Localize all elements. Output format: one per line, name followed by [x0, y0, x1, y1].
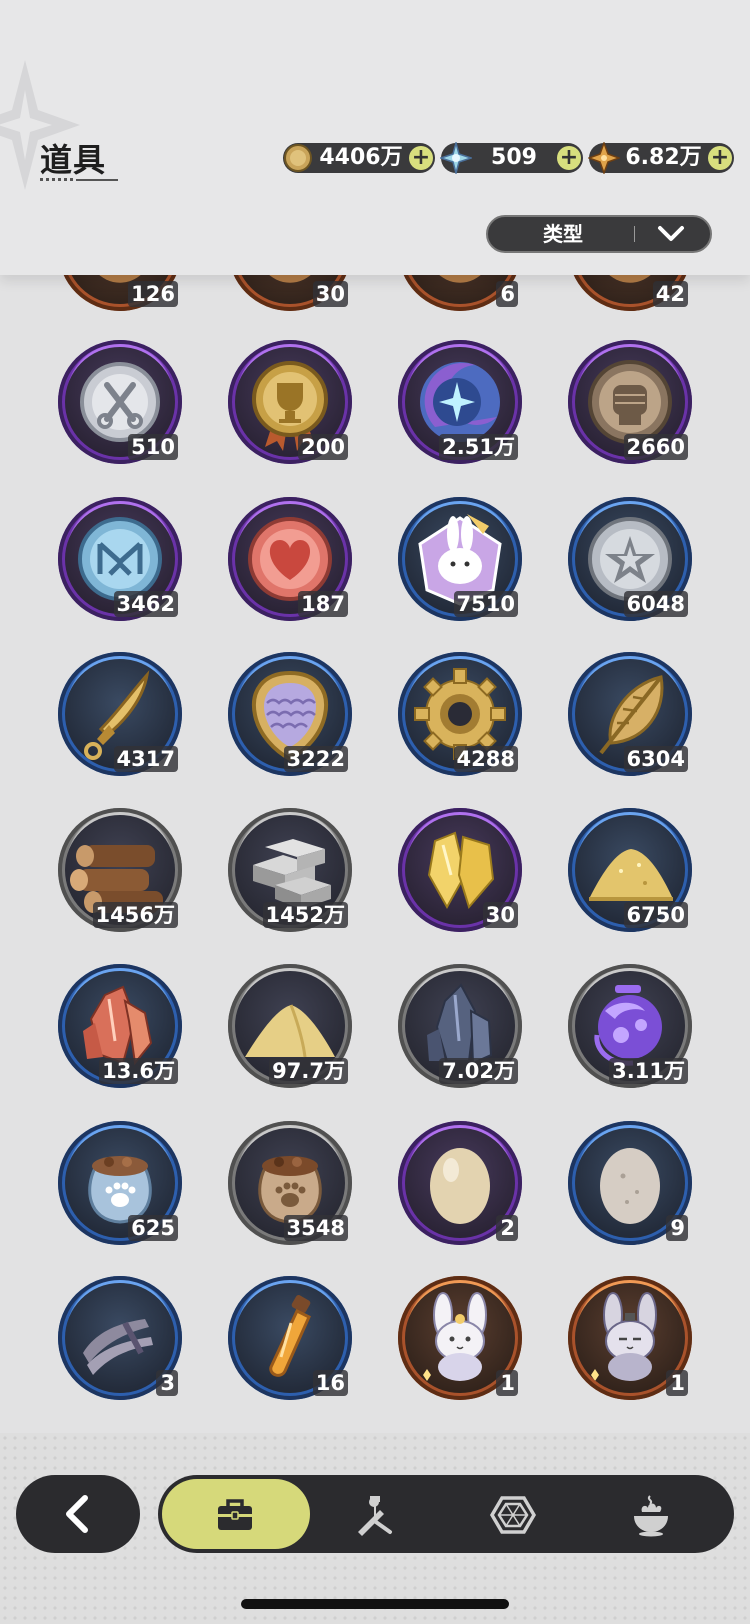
hexagon-gem-icon [490, 1496, 536, 1534]
inventory-item[interactable]: 16 [228, 1276, 352, 1400]
title-underline [40, 178, 118, 181]
currency-star: 6.82万 + [587, 141, 734, 175]
inventory-item[interactable]: 510 [58, 340, 182, 464]
inventory-item[interactable]: 13.6万 [58, 964, 182, 1088]
item-count: 6304 [623, 746, 688, 772]
inventory-item[interactable]: 7510 [398, 497, 522, 621]
item-count: 7.02万 [439, 1058, 518, 1084]
item-count: 1456万 [92, 902, 178, 928]
inventory-item[interactable]: 30 [228, 270, 352, 311]
chevron-down-icon [658, 226, 684, 241]
inventory-item[interactable]: 3 [58, 1276, 182, 1400]
inventory-item[interactable]: 187 [228, 497, 352, 621]
add-star-button[interactable]: + [708, 146, 732, 170]
inventory-item[interactable]: 625 [58, 1121, 182, 1245]
crystal-star-icon [439, 141, 473, 175]
item-count: 126 [128, 281, 178, 307]
currency-gold: 4406万 + [283, 143, 435, 173]
inventory-item[interactable]: 1452万 [228, 808, 352, 932]
compass-star-icon [587, 141, 621, 175]
currency-crystal-value: 509 [491, 145, 537, 170]
inventory-item[interactable]: 200 [228, 340, 352, 464]
inventory-item[interactable]: 3222 [228, 652, 352, 776]
tab-dishes[interactable] [578, 1479, 726, 1549]
back-button[interactable] [16, 1475, 140, 1553]
chef-sword-icon [358, 1496, 392, 1536]
item-count: 9 [666, 1215, 688, 1241]
inventory-item[interactable]: 126 [58, 270, 182, 311]
inventory-item[interactable]: 2660 [568, 340, 692, 464]
bottom-nav [0, 1433, 750, 1624]
tab-items[interactable] [162, 1479, 310, 1549]
inventory-item[interactable]: 1 [398, 1276, 522, 1400]
inventory-item[interactable]: 3.11万 [568, 964, 692, 1088]
inventory-grid: 126 30 6 42 510 200 2.51万 2660 3462 187 7510 6048 43… [0, 270, 750, 1433]
item-count: 13.6万 [99, 1058, 178, 1084]
item-count: 3548 [283, 1215, 348, 1241]
inventory-item[interactable]: 2.51万 [398, 340, 522, 464]
dish-icon [634, 1495, 668, 1537]
item-count: 30 [482, 902, 518, 928]
item-count: 3222 [283, 746, 348, 772]
type-filter-label: 类型 [543, 222, 583, 246]
item-count: 3462 [113, 591, 178, 617]
item-count: 1 [496, 1370, 518, 1396]
item-count: 3.11万 [609, 1058, 688, 1084]
currency-star-value: 6.82万 [625, 145, 702, 170]
inventory-item[interactable]: 1456万 [58, 808, 182, 932]
item-count: 6750 [623, 902, 688, 928]
item-count: 4317 [113, 746, 178, 772]
tab-bar [158, 1475, 734, 1553]
inventory-item[interactable]: 3548 [228, 1121, 352, 1245]
inventory-item[interactable]: 9 [568, 1121, 692, 1245]
home-indicator [241, 1599, 509, 1609]
inventory-item[interactable]: 2 [398, 1121, 522, 1245]
inventory-item[interactable]: 7.02万 [398, 964, 522, 1088]
currency-crystal: 509 + [439, 141, 583, 175]
inventory-item[interactable]: 97.7万 [228, 964, 352, 1088]
header-bar: 道具 4406万 + 509 + 6.82万 + 类型 [0, 0, 750, 275]
back-arrow-icon [66, 1495, 88, 1533]
inventory-item[interactable]: 1 [568, 1276, 692, 1400]
inventory-item[interactable]: 4288 [398, 652, 522, 776]
item-count: 200 [298, 434, 348, 460]
item-count: 42 [652, 281, 688, 307]
currency-gold-value: 4406万 [319, 145, 403, 170]
inventory-item[interactable]: 30 [398, 808, 522, 932]
item-count: 30 [312, 281, 348, 307]
item-count: 1452万 [262, 902, 348, 928]
gold-coin-icon [281, 141, 315, 175]
tab-equipment[interactable] [300, 1479, 448, 1549]
inventory-item[interactable]: 6 [398, 270, 522, 311]
inventory-item[interactable]: 4317 [58, 652, 182, 776]
tab-gems[interactable] [440, 1479, 588, 1549]
inventory-item[interactable]: 6048 [568, 497, 692, 621]
item-count: 510 [128, 434, 178, 460]
item-count: 2 [496, 1215, 518, 1241]
item-count: 6 [496, 281, 518, 307]
item-count: 4288 [453, 746, 518, 772]
inventory-item[interactable]: 6750 [568, 808, 692, 932]
item-count: 97.7万 [269, 1058, 348, 1084]
add-gold-button[interactable]: + [409, 146, 433, 170]
item-count: 16 [312, 1370, 348, 1396]
item-count: 7510 [453, 591, 518, 617]
item-count: 1 [666, 1370, 688, 1396]
briefcase-icon [218, 1499, 252, 1530]
item-count: 187 [298, 591, 348, 617]
item-count: 625 [128, 1215, 178, 1241]
inventory-item[interactable]: 42 [568, 270, 692, 311]
item-count: 6048 [623, 591, 688, 617]
inventory-item[interactable]: 6304 [568, 652, 692, 776]
add-crystal-button[interactable]: + [557, 146, 581, 170]
inventory-item[interactable]: 3462 [58, 497, 182, 621]
type-filter-dropdown[interactable]: 类型 [486, 215, 712, 253]
item-count: 3 [156, 1370, 178, 1396]
item-count: 2660 [623, 434, 688, 460]
item-count: 2.51万 [439, 434, 518, 460]
page-title: 道具 [40, 141, 107, 179]
